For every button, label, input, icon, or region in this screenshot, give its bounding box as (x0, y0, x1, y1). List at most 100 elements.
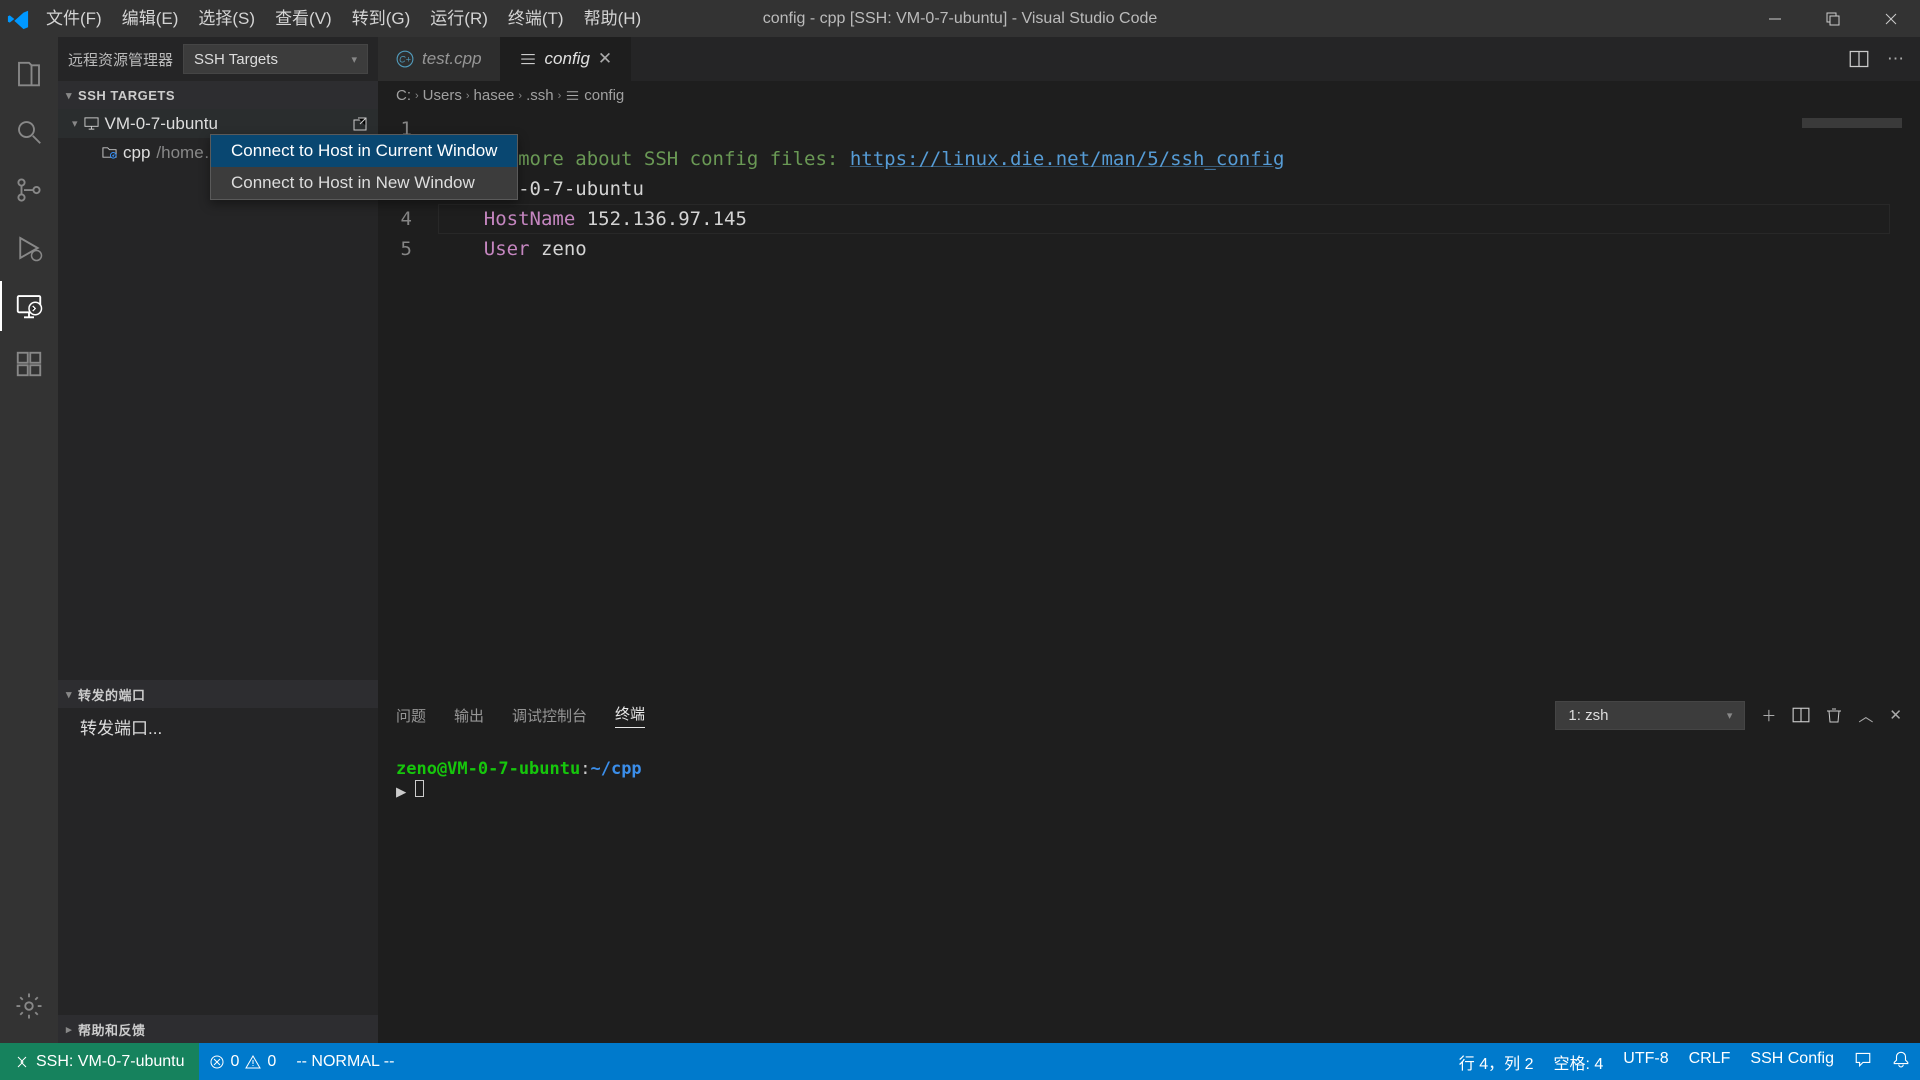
code-area[interactable]: # Read more about SSH config files: http… (438, 110, 1920, 695)
status-problems[interactable]: 0 0 (199, 1043, 287, 1080)
warning-icon (245, 1054, 261, 1070)
chevron-down-icon: ▾ (66, 89, 72, 102)
menu-help[interactable]: 帮助(H) (574, 0, 652, 37)
status-error-count: 0 (231, 1053, 240, 1071)
connect-new-window[interactable]: Connect to Host in New Window (211, 167, 517, 199)
tab-label: test.cpp (422, 49, 482, 69)
svg-text:C+: C+ (399, 54, 411, 64)
host-name: VM-0-7-ubuntu (105, 114, 218, 134)
folder-icon (102, 145, 117, 160)
terminal-user: zeno@VM-0-7-ubuntu (396, 759, 580, 779)
menu-terminal[interactable]: 终端(T) (498, 0, 574, 37)
connect-current-window[interactable]: Connect to Host in Current Window (211, 135, 517, 167)
terminal-select[interactable]: 1: zsh ▾ (1555, 701, 1745, 730)
explorer-icon[interactable] (0, 45, 58, 103)
menu-edit[interactable]: 编辑(E) (112, 0, 189, 37)
bottom-panel: 问题 输出 调试控制台 终端 1: zsh ▾ ＋ ︿ ✕ zeno@VM- (378, 695, 1920, 1043)
chevron-down-icon: ▾ (72, 117, 78, 130)
menubar: 文件(F) 编辑(E) 选择(S) 查看(V) 转到(G) 运行(R) 终端(T… (36, 0, 651, 37)
status-eol[interactable]: CRLF (1679, 1050, 1741, 1068)
crumb[interactable]: Users (423, 87, 462, 104)
settings-file-icon (519, 50, 537, 68)
section-label: 转发的端口 (78, 685, 146, 704)
remote-type-value: SSH Targets (194, 51, 278, 68)
crumb[interactable]: config (584, 87, 624, 104)
run-debug-icon[interactable] (0, 219, 58, 277)
activity-bar (0, 37, 58, 1043)
new-terminal-icon[interactable]: ＋ (1761, 705, 1776, 726)
file-icon (565, 88, 580, 103)
status-feedback-icon[interactable] (1844, 1050, 1882, 1068)
panel-tab-debug[interactable]: 调试控制台 (512, 705, 587, 726)
kill-terminal-icon[interactable] (1826, 706, 1842, 724)
split-editor-icon[interactable] (1849, 49, 1869, 69)
status-indent[interactable]: 空格: 4 (1544, 1050, 1614, 1074)
menu-view[interactable]: 查看(V) (265, 0, 342, 37)
tab-config[interactable]: config ✕ (501, 37, 632, 81)
remote-icon (14, 1054, 30, 1070)
status-encoding[interactable]: UTF-8 (1613, 1050, 1678, 1068)
minimap[interactable] (1802, 118, 1902, 128)
status-bar: SSH: VM-0-7-ubuntu 0 0 -- NORMAL -- 行 4，… (0, 1043, 1920, 1080)
status-bell-icon[interactable] (1882, 1050, 1920, 1068)
code-link[interactable]: https://linux.die.net/man/5/ssh_config (850, 148, 1285, 170)
forward-port-item[interactable]: 转发端口... (58, 708, 378, 745)
settings-gear-icon[interactable] (0, 977, 58, 1035)
error-icon (209, 1054, 225, 1070)
status-warn-count: 0 (267, 1053, 276, 1071)
chevron-down-icon: ▾ (351, 53, 357, 66)
new-window-icon[interactable] (352, 116, 368, 132)
terminal-select-value: 1: zsh (1568, 707, 1608, 724)
sidebar: 远程资源管理器 SSH Targets ▾ ▾ SSH TARGETS ▾ VM… (58, 37, 378, 1043)
menu-run[interactable]: 运行(R) (420, 0, 498, 37)
panel-tab-terminal[interactable]: 终端 (615, 703, 645, 728)
status-language[interactable]: SSH Config (1740, 1050, 1844, 1068)
status-cursor-pos[interactable]: 行 4，列 2 (1449, 1050, 1544, 1074)
terminal-cursor (415, 780, 424, 797)
chevron-down-icon: ▾ (1727, 709, 1733, 722)
crumb[interactable]: .ssh (526, 87, 554, 104)
close-icon[interactable]: ✕ (598, 49, 612, 69)
ssh-targets-header[interactable]: ▾ SSH TARGETS (58, 81, 378, 109)
monitor-icon (84, 116, 99, 131)
minimize-button[interactable] (1746, 0, 1804, 37)
editor[interactable]: 12345 # Read more about SSH config files… (378, 110, 1920, 695)
maximize-button[interactable] (1804, 0, 1862, 37)
menu-goto[interactable]: 转到(G) (342, 0, 421, 37)
code-value: zeno (541, 238, 587, 260)
close-panel-icon[interactable]: ✕ (1889, 706, 1902, 724)
vscode-logo-icon (0, 8, 36, 30)
terminal-body[interactable]: zeno@VM-0-7-ubuntu:~/cpp ▶ (378, 734, 1920, 1043)
maximize-panel-icon[interactable]: ︿ (1858, 705, 1873, 726)
status-vim-mode: -- NORMAL -- (286, 1043, 404, 1080)
remote-type-select[interactable]: SSH Targets ▾ (183, 44, 368, 74)
chevron-down-icon: ▾ (66, 688, 72, 701)
crumb[interactable]: C: (396, 87, 411, 104)
cpp-file-icon: C+ (396, 50, 414, 68)
section-label: 帮助和反馈 (78, 1020, 146, 1039)
panel-tab-problems[interactable]: 问题 (396, 705, 426, 726)
tab-testcpp[interactable]: C+ test.cpp (378, 37, 501, 81)
remote-explorer-icon[interactable] (0, 277, 58, 335)
search-icon[interactable] (0, 103, 58, 161)
menu-select[interactable]: 选择(S) (188, 0, 265, 37)
status-remote-label: SSH: VM-0-7-ubuntu (36, 1053, 185, 1071)
chevron-right-icon: ▸ (66, 1023, 72, 1036)
source-control-icon[interactable] (0, 161, 58, 219)
crumb[interactable]: hasee (474, 87, 515, 104)
tab-label: config (545, 49, 590, 69)
help-feedback-header[interactable]: ▸ 帮助和反馈 (58, 1015, 378, 1043)
sidebar-title: 远程资源管理器 (68, 49, 173, 70)
forwarded-ports-header[interactable]: ▾ 转发的端口 (58, 680, 378, 708)
split-terminal-icon[interactable] (1792, 706, 1810, 724)
folder-name: cpp (123, 143, 150, 163)
more-actions-icon[interactable]: ⋯ (1887, 49, 1904, 69)
menu-file[interactable]: 文件(F) (36, 0, 112, 37)
status-remote[interactable]: SSH: VM-0-7-ubuntu (0, 1043, 199, 1080)
breadcrumb[interactable]: C:› Users› hasee› .ssh› config (378, 81, 1920, 110)
extensions-icon[interactable] (0, 335, 58, 393)
titlebar: 文件(F) 编辑(E) 选择(S) 查看(V) 转到(G) 运行(R) 终端(T… (0, 0, 1920, 37)
panel-tab-output[interactable]: 输出 (454, 705, 484, 726)
section-label: SSH TARGETS (78, 88, 175, 103)
close-button[interactable] (1862, 0, 1920, 37)
